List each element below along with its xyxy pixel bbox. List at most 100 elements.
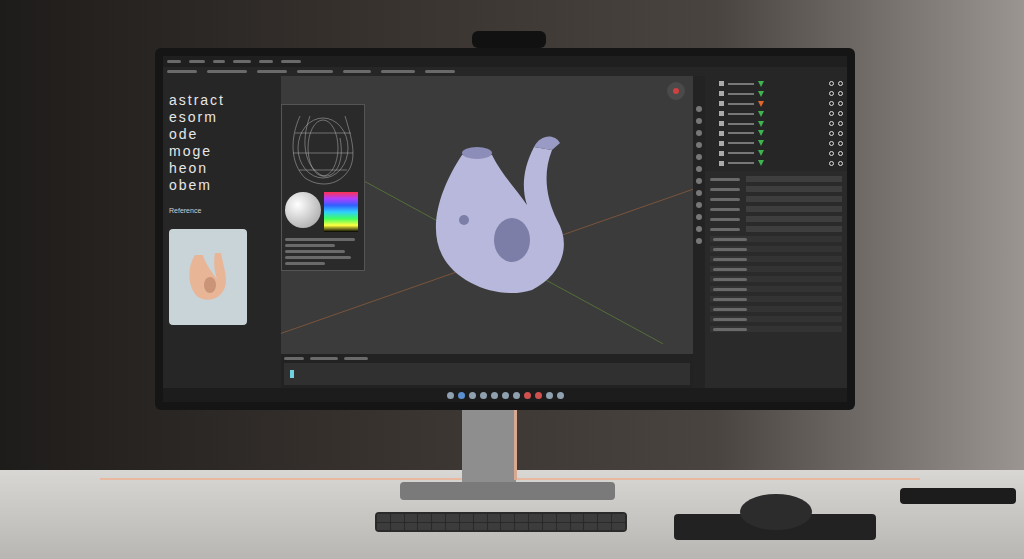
outliner-row[interactable] — [709, 129, 843, 137]
tool-icon[interactable] — [696, 166, 702, 172]
tool-icon[interactable] — [696, 226, 702, 232]
key[interactable] — [488, 523, 501, 531]
key[interactable] — [612, 523, 625, 531]
visibility-icon[interactable] — [829, 151, 834, 156]
taskbar-app-icon[interactable] — [491, 392, 498, 399]
key[interactable] — [612, 514, 625, 522]
property-section[interactable] — [710, 266, 842, 272]
render-icon[interactable] — [838, 121, 843, 126]
tool-icon[interactable] — [696, 130, 702, 136]
visibility-icon[interactable] — [829, 141, 834, 146]
navigation-gizmo[interactable] — [667, 82, 685, 100]
viewport[interactable] — [281, 76, 693, 354]
key[interactable] — [571, 514, 584, 522]
mouse[interactable] — [740, 494, 812, 530]
key[interactable] — [405, 523, 418, 531]
render-icon[interactable] — [838, 101, 843, 106]
outliner-row[interactable] — [709, 100, 843, 108]
visibility-icon[interactable] — [829, 91, 834, 96]
tool-icon[interactable] — [696, 106, 702, 112]
color-picker[interactable] — [324, 192, 358, 232]
outliner-row[interactable] — [709, 149, 843, 157]
taskbar-app-icon[interactable] — [447, 392, 454, 399]
property-section[interactable] — [710, 326, 842, 332]
key[interactable] — [432, 514, 445, 522]
key[interactable] — [515, 523, 528, 531]
taskbar-app-icon[interactable] — [513, 392, 520, 399]
key[interactable] — [529, 523, 542, 531]
key[interactable] — [557, 523, 570, 531]
taskbar-app-icon[interactable] — [469, 392, 476, 399]
key[interactable] — [598, 514, 611, 522]
key[interactable] — [418, 514, 431, 522]
render-icon[interactable] — [838, 141, 843, 146]
outliner-row[interactable] — [709, 120, 843, 128]
key[interactable] — [584, 523, 597, 531]
key[interactable] — [446, 523, 459, 531]
visibility-icon[interactable] — [829, 81, 834, 86]
tool-icon[interactable] — [696, 238, 702, 244]
property-field[interactable] — [746, 216, 842, 222]
property-field[interactable] — [746, 226, 842, 232]
key[interactable] — [501, 514, 514, 522]
timeline[interactable] — [281, 354, 693, 388]
key[interactable] — [488, 514, 501, 522]
property-field[interactable] — [746, 176, 842, 182]
key[interactable] — [501, 523, 514, 531]
key[interactable] — [405, 514, 418, 522]
visibility-icon[interactable] — [829, 111, 834, 116]
key[interactable] — [474, 523, 487, 531]
render-icon[interactable] — [838, 111, 843, 116]
material-ball[interactable] — [285, 192, 321, 228]
key[interactable] — [571, 523, 584, 531]
taskbar-app-icon[interactable] — [524, 392, 531, 399]
property-section[interactable] — [710, 276, 842, 282]
key[interactable] — [446, 514, 459, 522]
tool-icon[interactable] — [696, 190, 702, 196]
property-section[interactable] — [710, 306, 842, 312]
outliner-row[interactable] — [709, 90, 843, 98]
floating-panel[interactable] — [281, 104, 365, 271]
property-section[interactable] — [710, 316, 842, 322]
taskbar-app-icon[interactable] — [502, 392, 509, 399]
key[interactable] — [557, 514, 570, 522]
property-section[interactable] — [710, 236, 842, 242]
key[interactable] — [391, 514, 404, 522]
render-icon[interactable] — [838, 81, 843, 86]
key[interactable] — [460, 514, 473, 522]
key[interactable] — [584, 514, 597, 522]
tool-icon[interactable] — [696, 142, 702, 148]
key[interactable] — [418, 523, 431, 531]
taskbar-app-icon[interactable] — [557, 392, 564, 399]
tool-icon[interactable] — [696, 214, 702, 220]
sculpture-model-icon[interactable] — [422, 125, 592, 305]
outliner-row[interactable] — [709, 139, 843, 147]
visibility-icon[interactable] — [829, 101, 834, 106]
property-field[interactable] — [746, 196, 842, 202]
property-section[interactable] — [710, 246, 842, 252]
property-section[interactable] — [710, 286, 842, 292]
key[interactable] — [460, 523, 473, 531]
render-icon[interactable] — [838, 161, 843, 166]
outliner-row[interactable] — [709, 80, 843, 88]
tool-icon[interactable] — [696, 118, 702, 124]
key[interactable] — [598, 523, 611, 531]
property-field[interactable] — [746, 186, 842, 192]
key[interactable] — [515, 514, 528, 522]
property-section[interactable] — [710, 256, 842, 262]
property-section[interactable] — [710, 296, 842, 302]
taskbar-app-icon[interactable] — [458, 392, 465, 399]
tool-icon[interactable] — [696, 154, 702, 160]
key[interactable] — [377, 523, 390, 531]
outliner-row[interactable] — [709, 110, 843, 118]
key[interactable] — [474, 514, 487, 522]
taskbar-app-icon[interactable] — [546, 392, 553, 399]
property-field[interactable] — [746, 206, 842, 212]
key[interactable] — [432, 523, 445, 531]
key[interactable] — [543, 523, 556, 531]
outliner-row[interactable] — [709, 159, 843, 167]
render-icon[interactable] — [838, 131, 843, 136]
visibility-icon[interactable] — [829, 121, 834, 126]
tool-icon[interactable] — [696, 178, 702, 184]
render-icon[interactable] — [838, 151, 843, 156]
